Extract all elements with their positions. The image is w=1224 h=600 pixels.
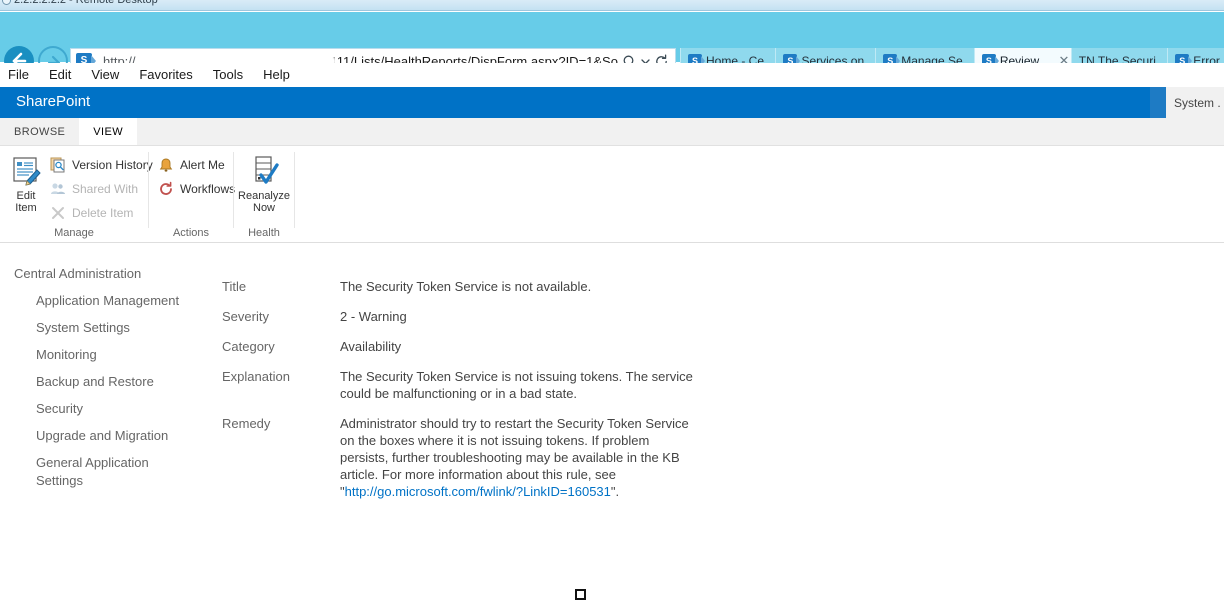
left-navigation: Central Administration Application Manag… [0,266,210,499]
account-menu[interactable]: System . [1166,87,1224,118]
ribbon-tabstrip: BROWSE VIEW [0,118,1224,146]
page-body: Central Administration Application Manag… [0,244,1224,600]
workflows-button[interactable]: Workflows [158,181,235,197]
field-label-explanation: Explanation [222,369,290,384]
remote-desktop-title: 2.2.2.2.2.2 - Remote Desktop [14,0,158,6]
ribbon-group-label-actions: Actions [172,227,210,239]
sidebar-item-upgrade-and-migration[interactable]: Upgrade and Migration [0,427,180,445]
field-label-title: Title [222,279,247,294]
version-history-label: Version History [72,158,153,172]
field-value-category: Availability [340,339,402,354]
version-history-icon [50,157,66,173]
ribbon-divider [294,152,295,228]
ribbon: Edit Item Version History Shared With De… [0,146,1224,243]
bell-icon [158,157,174,173]
form-row-category: Category Availability [222,338,782,355]
remedy-text-after: ". [610,484,620,499]
reanalyze-icon [248,154,280,186]
sidebar-item-monitoring[interactable]: Monitoring [0,346,180,364]
sidebar-item-system-settings[interactable]: System Settings [0,319,180,337]
edit-item-label: Edit Item [15,190,37,214]
text-cursor-artifact [575,589,586,600]
ribbon-group-actions: Alert Me Workflows Actions [149,146,235,243]
edit-item-icon [10,154,42,186]
ribbon-group-health: Reanalyze Now Health [234,146,294,243]
form-row-severity: Severity 2 - Warning [222,308,782,325]
version-history-button[interactable]: Version History [50,157,153,173]
field-label-severity: Severity [222,309,269,324]
field-value-remedy: Administrator should try to restart the … [340,415,700,500]
ribbon-group-label-health: Health [248,227,280,239]
ribbon-group-manage: Edit Item Version History Shared With De… [0,146,153,243]
form-row-title: Title The Security Token Service is not … [222,278,782,295]
edit-item-button[interactable]: Edit Item [4,154,48,214]
menu-file[interactable]: File [0,63,39,87]
field-value-explanation: The Security Token Service is not issuin… [340,369,693,401]
field-label-category: Category [222,339,275,354]
shared-with-label: Shared With [72,182,139,196]
account-name: System . [1174,95,1221,110]
remedy-kb-link[interactable]: http://go.microsoft.com/fwlink/?LinkID=1… [345,484,611,499]
browser-menubar: File Edit View Favorites Tools Help [0,63,1224,87]
sharepoint-suite-bar: SharePoint System . [0,87,1224,118]
health-report-form: Title The Security Token Service is not … [222,278,782,513]
form-row-remedy: Remedy Administrator should try to resta… [222,415,782,500]
delete-item-button: Delete Item [50,205,133,221]
sharepoint-brand[interactable]: SharePoint [16,93,90,110]
alert-me-label: Alert Me [180,158,225,172]
reanalyze-now-button[interactable]: Reanalyze Now [238,154,290,214]
sidebar-item-general-application-settings[interactable]: General Application Settings [0,454,180,490]
workflows-icon [158,181,174,197]
remote-desktop-icon [2,0,11,5]
workflows-label: Workflows [180,182,236,196]
reanalyze-now-label: Reanalyze Now [238,190,290,214]
delete-item-label: Delete Item [72,206,134,220]
tab-view[interactable]: VIEW [79,118,138,145]
suite-bar-accent [1150,87,1166,118]
shared-with-button: Shared With [50,181,138,197]
form-row-explanation: Explanation The Security Token Service i… [222,368,782,402]
browser-toolbar: S http://m:11111/Lists/HealthReports/Dis… [0,12,1224,76]
menu-edit[interactable]: Edit [39,63,81,87]
remote-desktop-titlebar: 2.2.2.2.2.2 - Remote Desktop [0,0,1224,11]
field-label-remedy: Remedy [222,416,271,431]
sidebar-item-security[interactable]: Security [0,400,180,418]
shared-with-icon [50,181,66,197]
menu-view[interactable]: View [81,63,129,87]
menu-help[interactable]: Help [253,63,300,87]
tab-browse[interactable]: BROWSE [0,118,79,145]
sidebar-item-backup-and-restore[interactable]: Backup and Restore [0,373,180,391]
sidebar-item-application-management[interactable]: Application Management [0,292,180,310]
menu-favorites[interactable]: Favorites [129,63,202,87]
nav-header-central-administration[interactable]: Central Administration [0,266,210,281]
alert-me-button[interactable]: Alert Me [158,157,225,173]
field-value-severity: 2 - Warning [340,309,407,324]
delete-item-icon [50,205,66,221]
field-value-title: The Security Token Service is not availa… [340,279,592,294]
menu-tools[interactable]: Tools [203,63,253,87]
ribbon-group-label-manage: Manage [54,227,94,239]
